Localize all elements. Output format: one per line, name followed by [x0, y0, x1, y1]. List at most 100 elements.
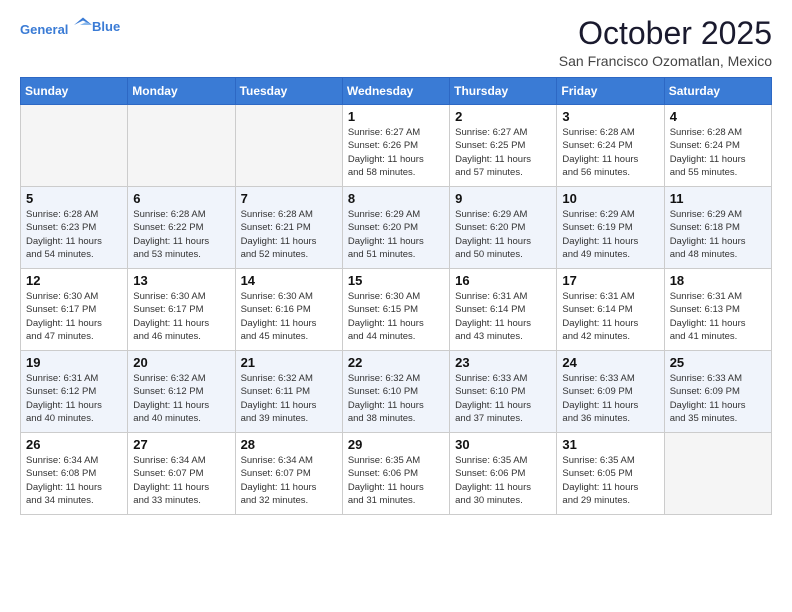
day-number: 20 [133, 355, 229, 370]
calendar-cell: 6Sunrise: 6:28 AM Sunset: 6:22 PM Daylig… [128, 187, 235, 269]
day-info: Sunrise: 6:31 AM Sunset: 6:14 PM Dayligh… [455, 290, 551, 343]
calendar-cell: 16 Sunrise: 6:31 AM Sunset: 6:14 PM Dayli… [450, 269, 557, 351]
calendar-cell: 13 Sunrise: 6:30 AM Sunset: 6:17 PM Dayli… [128, 269, 235, 351]
calendar-cell: 8 Sunrise: 6:29 AM Sunset: 6:20 PM Daylig… [342, 187, 449, 269]
calendar-cell [235, 105, 342, 187]
calendar-cell: 20 Sunrise: 6:32 AM Sunset: 6:12 PM Dayli… [128, 351, 235, 433]
day-info: Sunrise: 6:28 AM Sunset: 6:22 PM Dayligh… [133, 208, 229, 261]
col-wednesday: Wednesday [342, 78, 449, 105]
day-info: Sunrise: 6:29 AM Sunset: 6:20 PM Dayligh… [455, 208, 551, 261]
calendar-cell: 4Sunrise: 6:28 AM Sunset: 6:24 PM Daylig… [664, 105, 771, 187]
weekday-header-row: Sunday Monday Tuesday Wednesday Thursday… [21, 78, 772, 105]
day-info: Sunrise: 6:33 AM Sunset: 6:09 PM Dayligh… [562, 372, 658, 425]
col-monday: Monday [128, 78, 235, 105]
logo-bird-icon [74, 16, 92, 34]
col-saturday: Saturday [664, 78, 771, 105]
calendar-table: Sunday Monday Tuesday Wednesday Thursday… [20, 77, 772, 515]
calendar-cell: 5 Sunrise: 6:28 AM Sunset: 6:23 PM Daylig… [21, 187, 128, 269]
calendar-cell: 17Sunrise: 6:31 AM Sunset: 6:14 PM Dayli… [557, 269, 664, 351]
calendar-cell: 18 Sunrise: 6:31 AM Sunset: 6:13 PM Dayli… [664, 269, 771, 351]
day-info: Sunrise: 6:29 AM Sunset: 6:19 PM Dayligh… [562, 208, 658, 261]
day-number: 25 [670, 355, 766, 370]
day-info: Sunrise: 6:28 AM Sunset: 6:24 PM Dayligh… [670, 126, 766, 179]
day-info: Sunrise: 6:35 AM Sunset: 6:06 PM Dayligh… [455, 454, 551, 507]
calendar-cell: 3Sunrise: 6:28 AM Sunset: 6:24 PM Daylig… [557, 105, 664, 187]
calendar-cell: 30Sunrise: 6:35 AM Sunset: 6:06 PM Dayli… [450, 433, 557, 515]
calendar-cell: 11Sunrise: 6:29 AM Sunset: 6:18 PM Dayli… [664, 187, 771, 269]
calendar-cell [128, 105, 235, 187]
page: General Blue October 2025 San Francisco … [0, 0, 792, 612]
day-number: 29 [348, 437, 444, 452]
day-number: 7 [241, 191, 337, 206]
calendar-cell: 15 Sunrise: 6:30 AM Sunset: 6:15 PM Dayli… [342, 269, 449, 351]
calendar-cell: 29Sunrise: 6:35 AM Sunset: 6:06 PM Dayli… [342, 433, 449, 515]
calendar-cell: 10 Sunrise: 6:29 AM Sunset: 6:19 PM Dayli… [557, 187, 664, 269]
day-info: Sunrise: 6:33 AM Sunset: 6:10 PM Dayligh… [455, 372, 551, 425]
day-number: 18 [670, 273, 766, 288]
day-number: 16 [455, 273, 551, 288]
day-number: 22 [348, 355, 444, 370]
day-number: 13 [133, 273, 229, 288]
day-info: Sunrise: 6:29 AM Sunset: 6:18 PM Dayligh… [670, 208, 766, 261]
header: General Blue October 2025 San Francisco … [20, 16, 772, 69]
day-number: 9 [455, 191, 551, 206]
day-info: Sunrise: 6:27 AM Sunset: 6:26 PM Dayligh… [348, 126, 444, 179]
day-number: 5 [26, 191, 122, 206]
day-info: Sunrise: 6:34 AM Sunset: 6:08 PM Dayligh… [26, 454, 122, 507]
calendar-cell: 26 Sunrise: 6:34 AM Sunset: 6:08 PM Dayli… [21, 433, 128, 515]
calendar-cell: 25 Sunrise: 6:33 AM Sunset: 6:09 PM Dayli… [664, 351, 771, 433]
month-title: October 2025 [559, 16, 772, 51]
col-thursday: Thursday [450, 78, 557, 105]
day-info: Sunrise: 6:34 AM Sunset: 6:07 PM Dayligh… [241, 454, 337, 507]
calendar-cell [664, 433, 771, 515]
calendar-cell: 23 Sunrise: 6:33 AM Sunset: 6:10 PM Dayli… [450, 351, 557, 433]
col-sunday: Sunday [21, 78, 128, 105]
day-info: Sunrise: 6:30 AM Sunset: 6:17 PM Dayligh… [133, 290, 229, 343]
day-number: 23 [455, 355, 551, 370]
day-info: Sunrise: 6:32 AM Sunset: 6:12 PM Dayligh… [133, 372, 229, 425]
calendar-cell: 27 Sunrise: 6:34 AM Sunset: 6:07 PM Dayli… [128, 433, 235, 515]
day-info: Sunrise: 6:29 AM Sunset: 6:20 PM Dayligh… [348, 208, 444, 261]
day-info: Sunrise: 6:28 AM Sunset: 6:23 PM Dayligh… [26, 208, 122, 261]
day-number: 27 [133, 437, 229, 452]
day-info: Sunrise: 6:35 AM Sunset: 6:05 PM Dayligh… [562, 454, 658, 507]
calendar-week-row: 19 Sunrise: 6:31 AM Sunset: 6:12 PM Dayli… [21, 351, 772, 433]
col-friday: Friday [557, 78, 664, 105]
day-number: 3 [562, 109, 658, 124]
day-number: 14 [241, 273, 337, 288]
day-number: 8 [348, 191, 444, 206]
day-info: Sunrise: 6:32 AM Sunset: 6:11 PM Dayligh… [241, 372, 337, 425]
location-subtitle: San Francisco Ozomatlan, Mexico [559, 53, 772, 69]
calendar-cell: 2Sunrise: 6:27 AM Sunset: 6:25 PM Daylig… [450, 105, 557, 187]
calendar-week-row: 26 Sunrise: 6:34 AM Sunset: 6:08 PM Dayli… [21, 433, 772, 515]
day-info: Sunrise: 6:33 AM Sunset: 6:09 PM Dayligh… [670, 372, 766, 425]
calendar-cell: 9 Sunrise: 6:29 AM Sunset: 6:20 PM Daylig… [450, 187, 557, 269]
day-info: Sunrise: 6:34 AM Sunset: 6:07 PM Dayligh… [133, 454, 229, 507]
calendar-cell: 31 Sunrise: 6:35 AM Sunset: 6:05 PM Dayli… [557, 433, 664, 515]
calendar-cell: 24Sunrise: 6:33 AM Sunset: 6:09 PM Dayli… [557, 351, 664, 433]
day-number: 21 [241, 355, 337, 370]
calendar-cell: 12 Sunrise: 6:30 AM Sunset: 6:17 PM Dayli… [21, 269, 128, 351]
day-info: Sunrise: 6:30 AM Sunset: 6:16 PM Dayligh… [241, 290, 337, 343]
day-number: 19 [26, 355, 122, 370]
day-info: Sunrise: 6:31 AM Sunset: 6:12 PM Dayligh… [26, 372, 122, 425]
day-info: Sunrise: 6:30 AM Sunset: 6:17 PM Dayligh… [26, 290, 122, 343]
calendar-cell: 19 Sunrise: 6:31 AM Sunset: 6:12 PM Dayli… [21, 351, 128, 433]
day-number: 31 [562, 437, 658, 452]
calendar-cell: 1 Sunrise: 6:27 AM Sunset: 6:26 PM Daylig… [342, 105, 449, 187]
calendar-week-row: 12 Sunrise: 6:30 AM Sunset: 6:17 PM Dayli… [21, 269, 772, 351]
calendar-cell [21, 105, 128, 187]
day-number: 10 [562, 191, 658, 206]
logo-blue: Blue [92, 19, 120, 35]
calendar-cell: 21 Sunrise: 6:32 AM Sunset: 6:11 PM Dayli… [235, 351, 342, 433]
day-info: Sunrise: 6:31 AM Sunset: 6:13 PM Dayligh… [670, 290, 766, 343]
day-number: 1 [348, 109, 444, 124]
day-number: 15 [348, 273, 444, 288]
day-info: Sunrise: 6:32 AM Sunset: 6:10 PM Dayligh… [348, 372, 444, 425]
day-info: Sunrise: 6:27 AM Sunset: 6:25 PM Dayligh… [455, 126, 551, 179]
day-number: 12 [26, 273, 122, 288]
day-info: Sunrise: 6:30 AM Sunset: 6:15 PM Dayligh… [348, 290, 444, 343]
day-number: 28 [241, 437, 337, 452]
day-number: 26 [26, 437, 122, 452]
logo: General Blue [20, 16, 120, 38]
